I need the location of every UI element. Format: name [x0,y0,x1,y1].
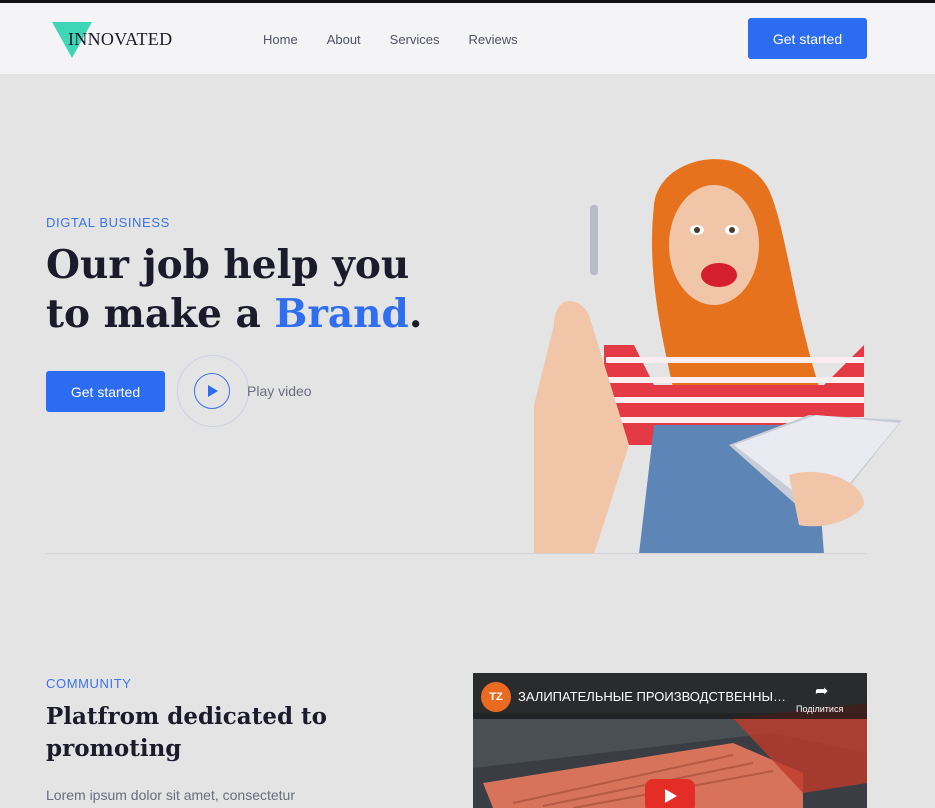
nav-reviews[interactable]: Reviews [469,32,518,47]
nav-home[interactable]: Home [263,32,298,47]
logo[interactable]: INNOVATED [52,22,182,62]
community-eyebrow: COMMUNITY [46,676,132,691]
community-title: Platfrom dedicated to promoting [46,703,328,762]
site-header: INNOVATED Home About Services Reviews Ge… [0,3,935,74]
video-title[interactable]: ЗАЛИПАТЕЛЬНЫЕ ПРОИЗВОДСТВЕННЫЕ ... [518,689,793,704]
hero-title: Our job help you to make a Brand. [46,241,446,339]
logo-text: INNOVATED [68,29,173,49]
hero-get-started-button[interactable]: Get started [46,371,165,412]
youtube-play-icon [665,789,677,803]
header-get-started-button[interactable]: Get started [748,18,867,59]
share-icon[interactable]: ➦ [815,681,828,701]
main-nav: Home About Services Reviews [263,32,518,47]
nav-about[interactable]: About [327,32,361,47]
nav-services[interactable]: Services [390,32,440,47]
channel-logo-icon[interactable]: TZ [481,682,511,712]
hero-title-line2: to make a [46,291,275,337]
play-video-label[interactable]: Play video [247,383,312,399]
hero-title-period: . [408,291,423,337]
share-label[interactable]: Поділитися [796,704,843,714]
hero-title-accent: Brand [274,291,409,337]
community-text: Lorem ipsum dolor sit amet, consectetur [46,787,295,803]
video-embed[interactable]: TZ ЗАЛИПАТЕЛЬНЫЕ ПРОИЗВОДСТВЕННЫЕ ... ➦ … [473,673,867,808]
hero-eyebrow: DIGTAL BUSINESS [46,215,170,230]
play-icon [208,385,218,397]
section-divider [46,553,866,554]
hero-title-line1: Our job help you [46,242,410,288]
hero-woman-illustration [534,159,902,554]
